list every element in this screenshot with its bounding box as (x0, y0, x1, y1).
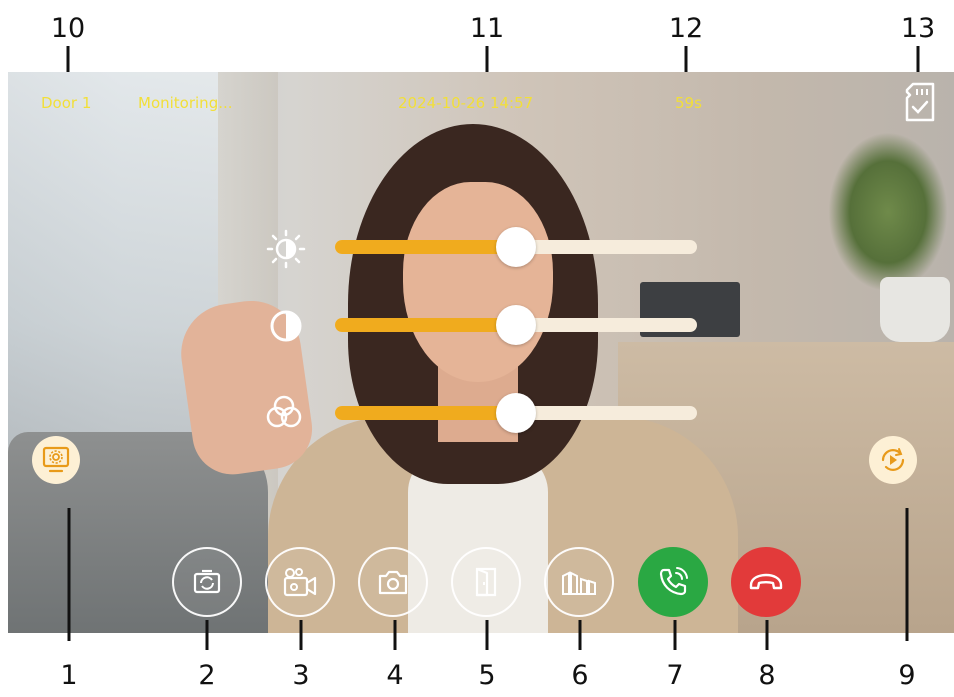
switch-camera-button[interactable] (172, 547, 242, 617)
callout-2: 2 (198, 660, 216, 691)
callout-8: 8 (758, 660, 776, 691)
gate-button[interactable] (544, 547, 614, 617)
datetime-label: 2024-10-26 14:57 (398, 94, 534, 112)
background-window (8, 72, 218, 492)
callout-9: 9 (898, 660, 916, 691)
sd-card-check-icon (905, 82, 935, 122)
playback-button[interactable] (869, 436, 917, 484)
contrast-slider[interactable] (335, 305, 697, 345)
door-label: Door 1 (41, 94, 92, 112)
color-slider-fill (335, 406, 516, 420)
leader-line-5 (485, 620, 489, 650)
person-face (403, 182, 553, 382)
leader-line-4 (393, 620, 397, 650)
callout-10: 10 (50, 13, 86, 44)
playback-icon (881, 448, 905, 471)
door-unlock-button[interactable] (451, 547, 521, 617)
leader-line-6 (578, 620, 582, 650)
callout-12: 12 (668, 13, 704, 44)
brightness-icon (266, 229, 306, 269)
snapshot-camera-icon (378, 570, 408, 595)
contrast-slider-knob[interactable] (496, 305, 536, 345)
door-unlock-icon (475, 567, 497, 597)
callout-6: 6 (571, 660, 589, 691)
monitor-settings-icon (42, 446, 70, 473)
color-saturation-icon (266, 395, 302, 428)
leader-line-2 (205, 620, 209, 650)
leader-line-7 (673, 620, 677, 650)
gate-icon (562, 571, 596, 595)
callout-3: 3 (292, 660, 310, 691)
brightness-slider[interactable] (335, 227, 697, 267)
phone-hangup-icon (749, 573, 783, 590)
color-slider[interactable] (335, 393, 697, 433)
callout-4: 4 (386, 660, 404, 691)
background-pot (880, 277, 950, 342)
brightness-slider-fill (335, 240, 516, 254)
mode-label: Monitoring... (138, 94, 233, 112)
leader-line-3 (299, 620, 303, 650)
background-plant (828, 132, 948, 292)
callout-5: 5 (478, 660, 496, 691)
callout-13: 13 (900, 13, 936, 44)
leader-line-9 (905, 508, 909, 641)
timer-label: 59s (675, 94, 702, 112)
brightness-slider-knob[interactable] (496, 227, 536, 267)
color-slider-knob[interactable] (496, 393, 536, 433)
settings-button[interactable] (32, 436, 80, 484)
record-video-icon (283, 568, 317, 597)
intercom-screen: Door 1 Monitoring... 2024-10-26 14:57 59… (8, 72, 954, 633)
callout-11: 11 (469, 13, 505, 44)
callout-1: 1 (60, 660, 78, 691)
phone-answer-icon (659, 567, 688, 596)
snapshot-button[interactable] (358, 547, 428, 617)
leader-line-1 (67, 508, 71, 641)
answer-call-button[interactable] (638, 547, 708, 617)
contrast-slider-fill (335, 318, 516, 332)
leader-line-8 (765, 620, 769, 650)
hang-up-button[interactable] (731, 547, 801, 617)
callout-7: 7 (666, 660, 684, 691)
record-video-button[interactable] (265, 547, 335, 617)
switch-camera-icon (193, 569, 221, 594)
contrast-icon (270, 310, 302, 342)
